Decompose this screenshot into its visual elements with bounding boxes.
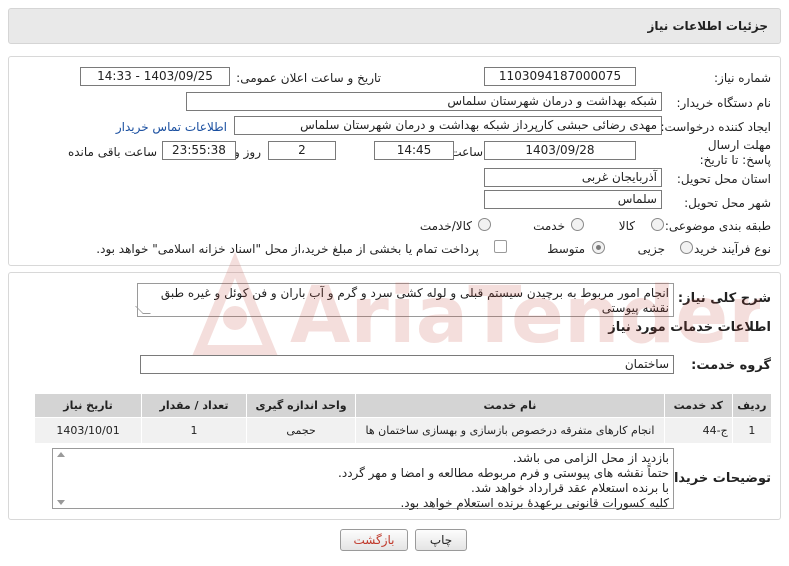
col-need-date: تاریخ نیاز	[33, 393, 143, 418]
col-service-code: کد خدمت	[663, 393, 733, 418]
category-label: طبقه بندی موضوعی:	[664, 219, 771, 233]
city-field: سلماس	[484, 190, 662, 209]
back-button[interactable]: بازگشت	[340, 529, 408, 551]
cell-unit: حجمی	[246, 417, 357, 444]
deadline-date-field: 1403/09/28	[484, 141, 636, 160]
process-radio-minor[interactable]	[680, 241, 693, 254]
services-section-title: اطلاعات خدمات مورد نیاز	[608, 320, 771, 335]
col-service-name: نام خدمت	[355, 393, 665, 418]
scroll-down-arrow-icon[interactable]	[57, 500, 65, 505]
print-button[interactable]: چاپ	[415, 529, 467, 551]
col-row-number: ردیف	[731, 393, 773, 418]
category-option-goods-service: کالا/خدمت	[419, 219, 472, 233]
category-radio-goods[interactable]	[651, 218, 664, 231]
process-radio-medium[interactable]	[592, 241, 605, 254]
category-option-service: خدمت	[533, 219, 565, 233]
scroll-up-arrow-icon[interactable]	[57, 452, 65, 457]
summary-text-box: انجام امور مربوط به برچیدن سیستم قبلی و …	[137, 283, 674, 317]
province-label: استان محل تحویل:	[676, 172, 771, 186]
category-radio-goods-service[interactable]	[478, 218, 491, 231]
deadline-time-label: ساعت	[450, 145, 483, 159]
buyer-note-line: با برنده استعلام عقد قرارداد خواهد شد.	[471, 481, 669, 495]
requester-label: ایجاد کننده درخواست:	[660, 120, 771, 134]
city-label: شهر محل تحویل:	[684, 196, 771, 210]
cell-row-number: 1	[731, 417, 773, 444]
service-group-field: ساختمان	[140, 355, 674, 374]
cell-service-name: انجام کارهای متفرقه درخصوص بازسازی و بهس…	[355, 417, 665, 444]
page-header: جزئیات اطلاعات نیاز	[8, 8, 781, 44]
treasury-payment-note: پرداخت تمام یا بخشی از مبلغ خرید،از محل …	[96, 242, 479, 256]
category-radio-service[interactable]	[571, 218, 584, 231]
remaining-time-field: 23:55:38	[162, 141, 236, 160]
buyer-org-field: شبکه بهداشت و درمان شهرستان سلماس	[186, 92, 662, 111]
buyer-note-line: بازدید از محل الزامی می باشد.	[512, 451, 669, 465]
need-info-panel	[8, 56, 781, 266]
remaining-label: ساعت باقی مانده	[67, 145, 157, 159]
buyer-note-line: کلیه کسورات قانونی برعهدهٔ برنده استعلام…	[400, 496, 669, 510]
category-option-goods: کالا	[618, 219, 635, 233]
process-option-medium: متوسط	[547, 242, 585, 256]
province-field: آذربایجان غربی	[484, 168, 662, 187]
deadline-label: مهلت ارسال پاسخ: تا تاریخ:	[699, 138, 771, 167]
need-number-label: شماره نیاز:	[714, 71, 771, 85]
days-label: روز و	[234, 145, 261, 159]
col-unit: واحد اندازه گیری	[246, 393, 357, 418]
buyer-notes-box: بازدید از محل الزامی می باشد. حتماً نقشه…	[52, 448, 674, 510]
cell-service-code: ج-44	[663, 417, 733, 444]
services-table: ردیف کد خدمت نام خدمت واحد اندازه گیری ت…	[33, 393, 773, 444]
deadline-time-field: 14:45	[374, 141, 454, 160]
requester-field: مهدی رضائی حبشی کارپرداز شبکه بهداشت و د…	[234, 116, 662, 135]
cell-need-date: 1403/10/01	[33, 417, 143, 444]
contact-info-link[interactable]: اطلاعات تماس خریدار	[116, 120, 227, 134]
treasury-payment-checkbox[interactable]	[494, 240, 507, 253]
cell-quantity: 1	[141, 417, 248, 444]
col-quantity: تعداد / مقدار	[141, 393, 248, 418]
table-row: 1 ج-44 انجام کارهای متفرقه درخصوص بازساز…	[33, 417, 773, 444]
process-option-minor: جزیی	[637, 242, 665, 256]
buyer-org-label: نام دستگاه خریدار:	[676, 96, 772, 110]
summary-label: شرح کلی نیاز:	[677, 291, 771, 306]
buyer-notes-label: توضیحات خریدار:	[661, 471, 771, 486]
process-label: نوع فرآیند خرید :	[686, 242, 771, 256]
announce-datetime-label: تاریخ و ساعت اعلان عمومی:	[236, 71, 381, 85]
buyer-note-line: حتماً نقشه های پیوستی و فرم مربوطه مطالع…	[338, 466, 669, 480]
service-group-label: گروه خدمت:	[691, 358, 771, 373]
announce-datetime-field: 1403/09/25 - 14:33	[80, 67, 230, 86]
page-title: جزئیات اطلاعات نیاز	[647, 19, 768, 33]
days-remaining-field: 2	[268, 141, 336, 160]
need-number-field: 1103094187000075	[484, 67, 636, 86]
services-table-header: ردیف کد خدمت نام خدمت واحد اندازه گیری ت…	[33, 393, 773, 418]
